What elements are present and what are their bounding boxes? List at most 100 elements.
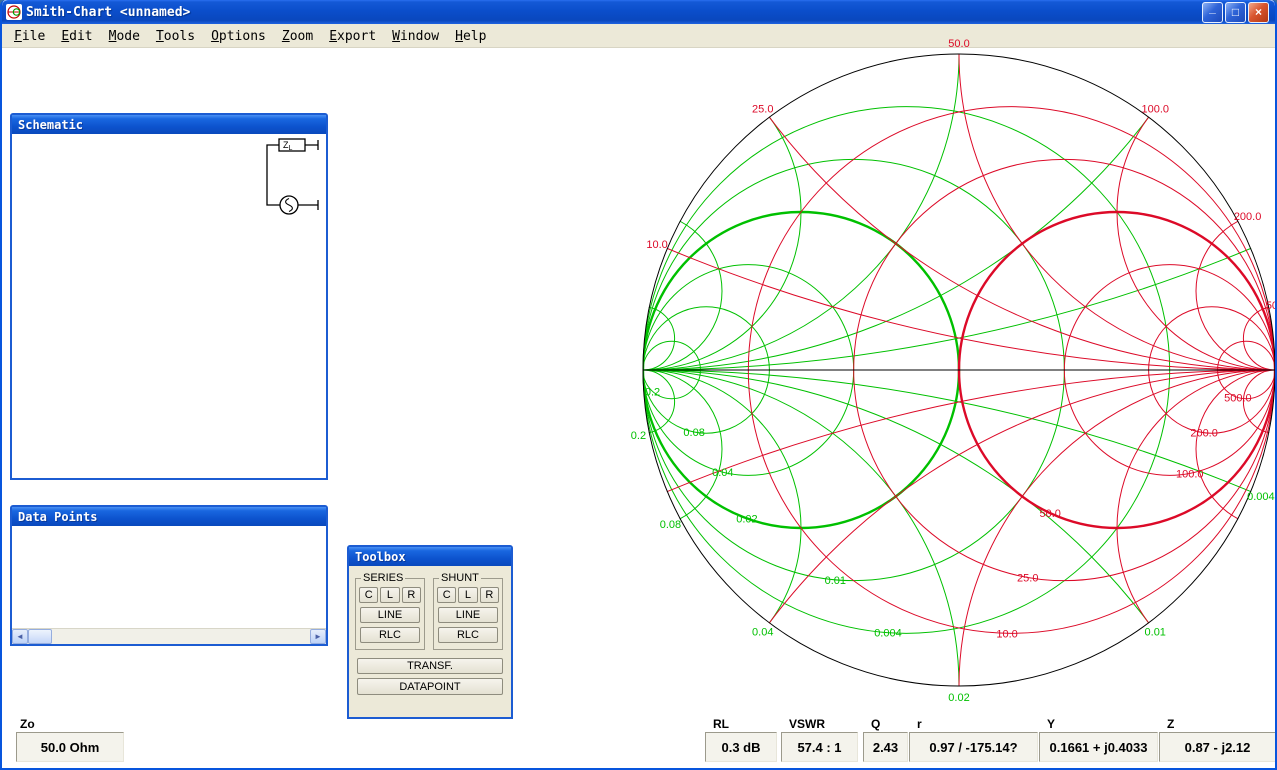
series-c-button[interactable]: C	[359, 587, 379, 603]
schematic-drawing: ZL	[266, 138, 319, 215]
scroll-left-button[interactable]: ◄	[12, 629, 28, 644]
horizontal-scrollbar[interactable]: ◄ ►	[12, 628, 326, 644]
y-readout: Y 0.1661 + j0.4033	[1039, 717, 1158, 762]
menu-options[interactable]: Options	[203, 26, 274, 46]
menu-tools[interactable]: Tools	[148, 26, 203, 46]
scrollbar-thumb[interactable]	[28, 629, 52, 644]
shunt-rlc-button[interactable]: RLC	[438, 627, 498, 643]
zo-label: Zo	[20, 717, 35, 731]
menu-zoom[interactable]: Zoom	[274, 26, 321, 46]
transf-button[interactable]: TRANSF.	[357, 658, 503, 674]
svg-text:200.0: 200.0	[1190, 428, 1218, 440]
toolbox-body: SERIES C L R LINE RLC SHUNT C L R LINE R…	[349, 566, 511, 717]
menu-help[interactable]: Help	[447, 26, 494, 46]
terminal-bottom	[298, 200, 319, 210]
zo-readout: Zo 50.0 Ohm	[16, 717, 124, 762]
shunt-c-button[interactable]: C	[437, 587, 457, 603]
shunt-line-button[interactable]: LINE	[438, 607, 498, 623]
schematic-window: Schematic ZL	[10, 113, 328, 480]
y-label: Y	[1047, 717, 1056, 731]
vswr-label: VSWR	[789, 717, 825, 731]
rl-label: RL	[713, 717, 729, 731]
smith-chart[interactable]: 10.0 25.0 50.0 100.0 200.0 500.0 0.004 0.01 0.02…	[622, 25, 1277, 725]
scroll-right-icon: ►	[314, 632, 322, 641]
z-label: Z	[1167, 717, 1175, 731]
maximize-icon: □	[1231, 5, 1240, 19]
gamma-value: 0.97 / -175.14?	[909, 732, 1038, 762]
zo-value[interactable]: 50.0 Ohm	[16, 732, 124, 762]
source-sine-icon	[285, 197, 293, 213]
minimize-icon: _	[1209, 1, 1216, 15]
menu-mode[interactable]: Mode	[101, 26, 148, 46]
gamma-label: r	[917, 717, 922, 731]
app-icon	[6, 4, 22, 20]
toolbox-titlebar[interactable]: Toolbox	[349, 547, 511, 566]
svg-text:25.0: 25.0	[752, 103, 773, 115]
series-r-button[interactable]: R	[401, 587, 421, 603]
z-readout: Z 0.87 - j2.12	[1159, 717, 1275, 762]
svg-text:0.04: 0.04	[752, 627, 773, 639]
svg-text:200.0: 200.0	[1234, 211, 1262, 223]
svg-text:500.0: 500.0	[1224, 392, 1252, 404]
svg-text:0.2: 0.2	[645, 386, 660, 398]
series-rlc-button[interactable]: RLC	[360, 627, 420, 643]
shunt-l-button[interactable]: L	[458, 587, 478, 603]
data-points-list[interactable]: ◄ ►	[12, 526, 326, 644]
menu-window[interactable]: Window	[384, 26, 447, 46]
menu-file[interactable]: File	[6, 26, 53, 46]
q-readout: Q 2.43	[863, 717, 908, 762]
titlebar[interactable]: Smith-Chart <unnamed> _ □ ×	[2, 0, 1275, 24]
data-points-titlebar[interactable]: Data Points	[12, 507, 326, 526]
application-window: Smith-Chart <unnamed> _ □ × File Edit Mo…	[0, 0, 1277, 770]
svg-text:0.004: 0.004	[1247, 491, 1275, 503]
shunt-r-button[interactable]: R	[479, 587, 499, 603]
schematic-canvas[interactable]: ZL	[12, 134, 326, 478]
svg-text:0.08: 0.08	[683, 427, 704, 439]
menu-export[interactable]: Export	[321, 26, 384, 46]
svg-text:0.004: 0.004	[874, 628, 902, 640]
svg-text:0.01: 0.01	[1145, 627, 1166, 639]
minimize-button[interactable]: _	[1202, 1, 1223, 23]
toolbox-window: Toolbox SERIES C L R LINE RLC SHUNT C L …	[347, 545, 513, 719]
svg-text:0.2: 0.2	[631, 430, 646, 442]
vswr-value: 57.4 : 1	[781, 732, 858, 762]
series-line-button[interactable]: LINE	[360, 607, 420, 623]
rl-value: 0.3 dB	[705, 732, 777, 762]
svg-text:10.0: 10.0	[646, 239, 667, 251]
scroll-right-button[interactable]: ►	[310, 629, 326, 644]
svg-text:25.0: 25.0	[1017, 572, 1038, 584]
datapoint-button[interactable]: DATAPOINT	[357, 678, 503, 695]
q-label: Q	[871, 717, 881, 731]
svg-text:0.01: 0.01	[825, 575, 846, 587]
close-icon: ×	[1254, 5, 1262, 19]
schematic-title: Schematic	[18, 117, 84, 132]
svg-text:100.0: 100.0	[1176, 468, 1204, 480]
close-button[interactable]: ×	[1248, 1, 1269, 23]
scroll-left-icon: ◄	[16, 632, 24, 641]
q-value: 2.43	[863, 732, 908, 762]
svg-text:100.0: 100.0	[1141, 103, 1169, 115]
terminal-top	[305, 140, 319, 150]
window-controls: _ □ ×	[1202, 1, 1271, 23]
y-value: 0.1661 + j0.4033	[1039, 732, 1158, 762]
shunt-group: SHUNT C L R LINE RLC	[433, 572, 503, 650]
data-points-title: Data Points	[18, 509, 98, 524]
vswr-readout: VSWR 57.4 : 1	[781, 717, 858, 762]
wire-left	[266, 144, 280, 206]
svg-text:500.0: 500.0	[1266, 300, 1277, 312]
svg-text:0.02: 0.02	[948, 692, 969, 704]
z-value: 0.87 - j2.12	[1159, 732, 1275, 762]
maximize-button[interactable]: □	[1225, 1, 1246, 23]
window-title: Smith-Chart <unnamed>	[26, 4, 191, 20]
schematic-titlebar[interactable]: Schematic	[12, 115, 326, 134]
svg-text:0.02: 0.02	[736, 513, 757, 525]
svg-text:0.08: 0.08	[660, 519, 681, 531]
toolbox-title: Toolbox	[355, 549, 406, 564]
scrollbar-track[interactable]	[52, 629, 310, 644]
svg-text:50.0: 50.0	[948, 38, 969, 50]
series-l-button[interactable]: L	[380, 587, 400, 603]
data-points-window: Data Points ◄ ►	[10, 505, 328, 646]
svg-text:50.0: 50.0	[1040, 508, 1061, 520]
svg-text:10.0: 10.0	[996, 628, 1017, 640]
menu-edit[interactable]: Edit	[53, 26, 100, 46]
